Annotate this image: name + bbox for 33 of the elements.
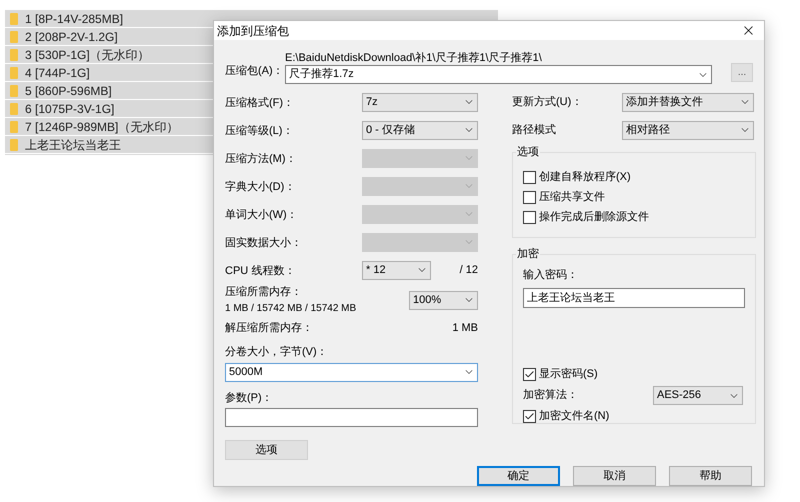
field-label: 加密算法： (523, 388, 579, 404)
field-label: 解压缩所需内存： (225, 320, 313, 336)
field-label: 路径模式 (512, 122, 557, 138)
checkbox-label: 显示密码(S) (539, 366, 598, 382)
field-label: 分卷大小，字节(V)： (225, 344, 329, 360)
memory-value: 1 MB (452, 320, 478, 336)
file-name: 2 [208P-2V-1.2G] (25, 29, 118, 46)
file-name: 5 [860P-596MB] (25, 83, 112, 100)
field-label: 压缩包(A)： (225, 64, 285, 79)
field-label: 更新方式(U)： (512, 94, 584, 110)
thread-total: / 12 (460, 262, 478, 278)
file-name: 6 [1075P-3V-1G] (25, 101, 114, 118)
field-label: 压缩等级(L)： (225, 125, 294, 137)
field-label: 固实数据大小： (225, 237, 302, 249)
archive-path: E:\BaiduNetdiskDownload\补1\尺子推荐1\尺子推荐1\ (285, 50, 543, 65)
memory-usage: 1 MB / 15742 MB / 15742 MB (225, 302, 356, 316)
checkbox-label: 创建自释放程序(X) (539, 170, 631, 185)
field-label: 压缩方法(M)： (225, 153, 296, 165)
file-name: 上老王论坛当老王 (25, 137, 121, 154)
field-label: CPU 线程数： (225, 265, 296, 277)
checkbox-label: 压缩共享文件 (539, 190, 605, 205)
field-label: 输入密码： (523, 268, 579, 283)
file-name: 3 [530P-1G]（无水印） (25, 47, 150, 64)
file-name: 1 [8P-14V-285MB] (25, 11, 124, 28)
file-name: 7 [1246P-989MB]（无水印） (25, 119, 178, 136)
checkbox-label: 加密文件名(N) (539, 408, 610, 424)
file-name: 4 [744P-1G] (25, 65, 90, 82)
field-label: 压缩所需内存： (225, 284, 303, 300)
field-label: 字典大小(D)： (225, 181, 296, 193)
checkbox-label: 操作完成后删除源文件 (539, 210, 649, 225)
field-label: 压缩格式(F)： (225, 97, 294, 109)
field-label: 单词大小(W)： (225, 209, 298, 221)
field-label: 参数(P)： (225, 390, 274, 406)
